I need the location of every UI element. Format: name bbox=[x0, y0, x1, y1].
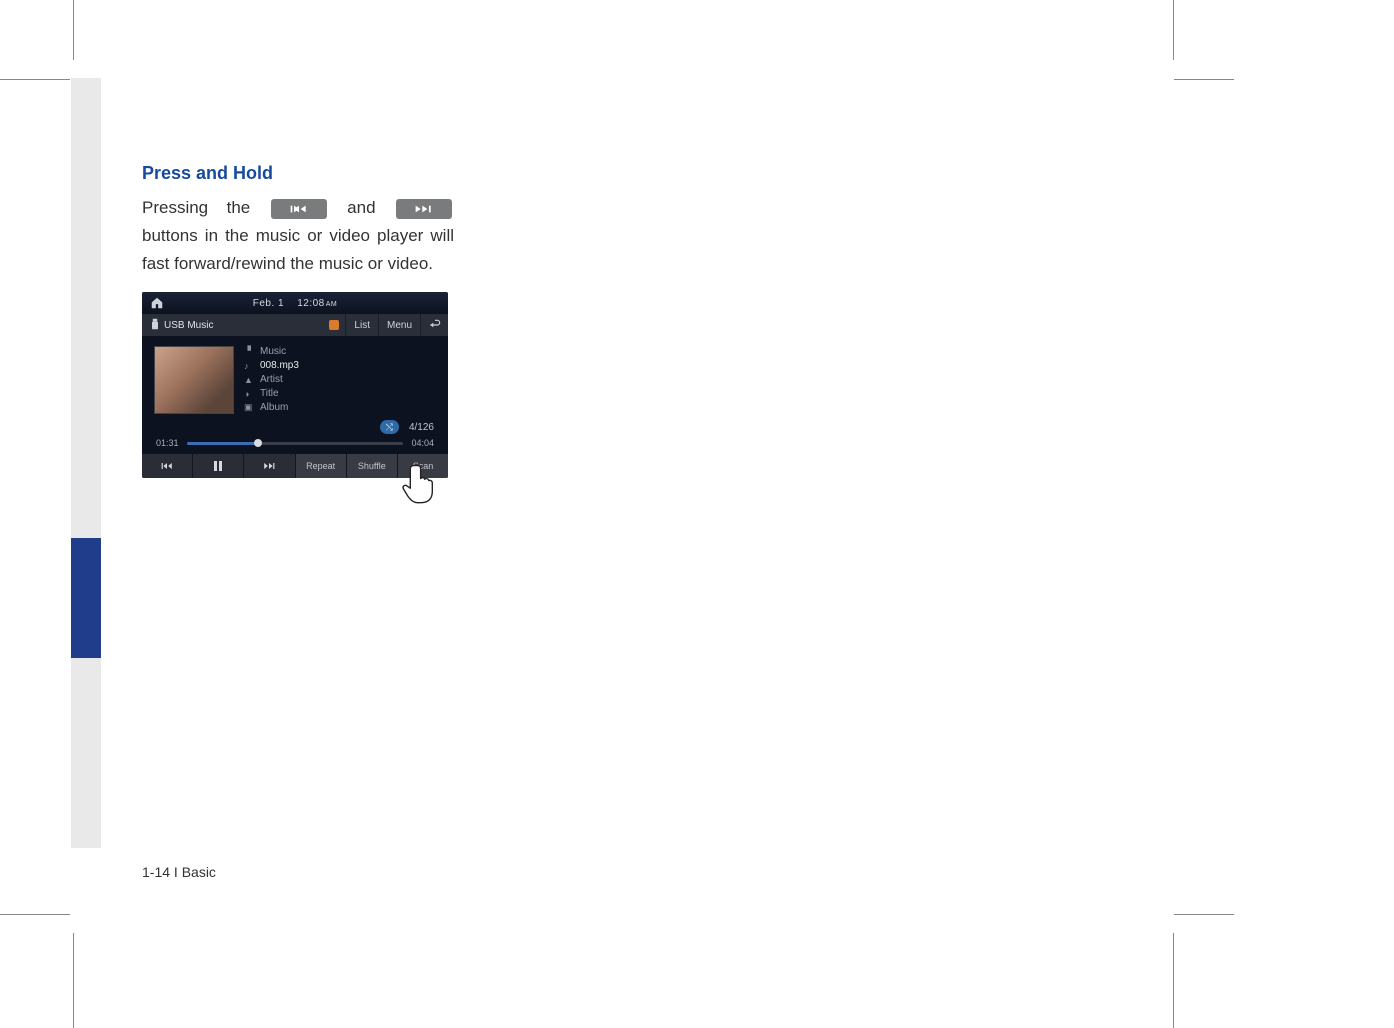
progress-bar[interactable]: 01:31 04:04 bbox=[142, 438, 448, 454]
back-icon bbox=[428, 318, 442, 332]
disc-icon: ◑ bbox=[244, 389, 254, 399]
skip-forward-icon bbox=[412, 204, 436, 214]
menu-button[interactable]: Menu bbox=[378, 314, 420, 336]
skip-back-icon bbox=[161, 460, 173, 472]
shuffle-button[interactable]: Shuffle bbox=[347, 454, 398, 478]
usb-icon bbox=[150, 318, 160, 333]
meta-title-label: Title bbox=[260, 388, 279, 399]
body-text-pre: Pressing the bbox=[142, 198, 269, 217]
pause-button[interactable] bbox=[193, 454, 244, 478]
title-bar: USB Music List Menu bbox=[142, 314, 448, 336]
back-button[interactable] bbox=[420, 314, 448, 336]
rewind-button-graphic bbox=[271, 199, 327, 219]
progress-track[interactable] bbox=[187, 442, 404, 445]
section-body: Pressing the and buttons in the music or… bbox=[142, 194, 454, 278]
list-button[interactable]: List bbox=[345, 314, 378, 336]
progress-fill bbox=[187, 442, 259, 445]
meta-track: ♪ 008.mp3 bbox=[244, 360, 436, 371]
meta-track-name: 008.mp3 bbox=[260, 360, 299, 371]
next-button[interactable] bbox=[244, 454, 295, 478]
forward-button-graphic bbox=[396, 199, 452, 219]
home-icon[interactable] bbox=[150, 296, 164, 310]
pause-icon bbox=[212, 460, 224, 472]
status-date: Feb. 1 bbox=[253, 298, 284, 309]
artist-icon: ▲ bbox=[244, 375, 254, 385]
album-art bbox=[154, 346, 234, 414]
album-icon: ▣ bbox=[244, 402, 254, 413]
meta-artist-label: Artist bbox=[260, 374, 283, 385]
progress-thumb[interactable] bbox=[254, 439, 262, 447]
body-text-post: buttons in the music or video player wil… bbox=[142, 226, 454, 273]
folder-icon: ▝ bbox=[244, 346, 254, 357]
meta-title: ◑ Title bbox=[244, 388, 436, 399]
status-time: 12:08 bbox=[297, 298, 325, 309]
prev-button[interactable] bbox=[142, 454, 193, 478]
meta-album-label: Album bbox=[260, 402, 288, 413]
traffic-icon[interactable] bbox=[329, 320, 339, 330]
time-total: 04:04 bbox=[411, 438, 434, 448]
section-heading: Press and Hold bbox=[142, 163, 454, 184]
status-bar: Feb. 1 12:08AM bbox=[142, 292, 448, 314]
skip-forward-icon bbox=[263, 460, 275, 472]
page-margin-bar bbox=[71, 658, 101, 848]
repeat-button[interactable]: Repeat bbox=[296, 454, 347, 478]
meta-artist: ▲ Artist bbox=[244, 374, 436, 385]
time-elapsed: 01:31 bbox=[156, 438, 179, 448]
meta-album: ▣ Album bbox=[244, 402, 436, 413]
meta-folder-label: Music bbox=[260, 346, 286, 357]
status-ampm: AM bbox=[326, 301, 338, 308]
page-section-bar bbox=[71, 538, 101, 658]
page-footer: 1-14 I Basic bbox=[142, 864, 216, 880]
track-count: 4/126 bbox=[409, 422, 434, 433]
player-screenshot: Feb. 1 12:08AM USB Music List Menu ▝ bbox=[142, 292, 448, 478]
body-text-mid: and bbox=[347, 198, 394, 217]
touch-hand-icon bbox=[400, 460, 444, 504]
meta-folder: ▝ Music bbox=[244, 346, 436, 357]
skip-back-icon bbox=[287, 204, 311, 214]
source-label: USB Music bbox=[164, 320, 329, 331]
note-icon: ♪ bbox=[244, 361, 254, 371]
shuffle-badge: ⤭ bbox=[380, 420, 399, 434]
